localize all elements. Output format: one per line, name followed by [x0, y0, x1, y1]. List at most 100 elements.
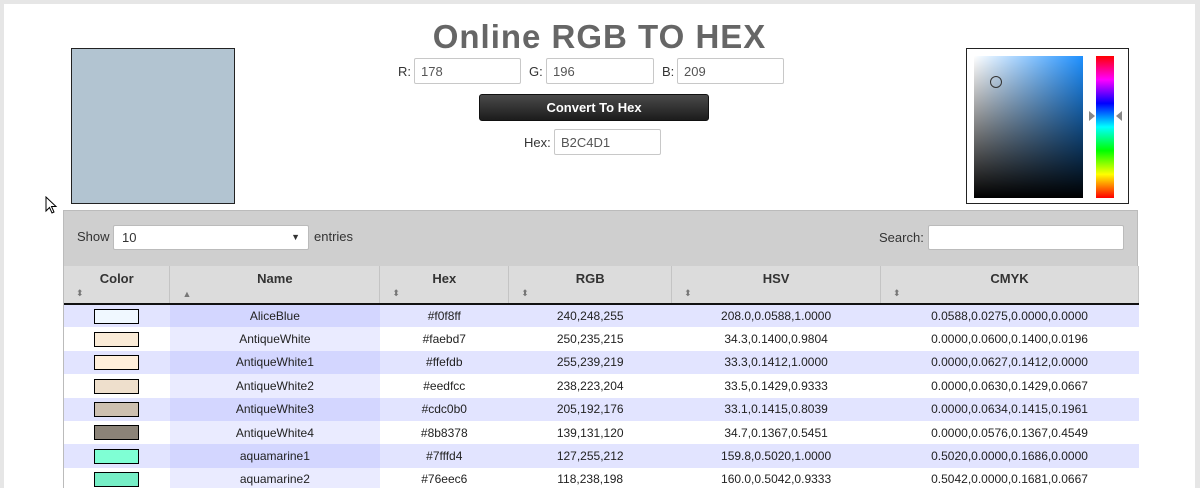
hex-cell: #faebd7 [379, 327, 509, 351]
table-row[interactable]: AntiqueWhite3 #cdc0b0 205,192,176 33.1,0.14… [64, 397, 1139, 421]
cmyk-cell: 0.5042,0.0000,0.1681,0.0667 [880, 467, 1139, 488]
hex-cell: #f0f8ff [379, 304, 509, 328]
name-cell: AntiqueWhite4 [169, 420, 380, 445]
rgb-cell: 238,223,204 [508, 374, 672, 398]
saturation-field[interactable] [974, 56, 1083, 198]
column-header-hsv[interactable]: HSV ⬍ [671, 266, 882, 305]
sort-asc-icon: ▲ [182, 289, 192, 299]
name-cell: aquamarine2 [169, 467, 380, 488]
name-cell: AliceBlue [169, 304, 380, 328]
hsv-cell: 34.3,0.1400,0.9804 [671, 327, 881, 351]
color-swatch [94, 448, 140, 464]
search-input[interactable] [928, 225, 1124, 250]
rgb-cell: 139,131,120 [508, 420, 672, 445]
entries-value: 10 [122, 230, 137, 245]
hue-arrow-left-icon [1089, 111, 1095, 121]
table-row[interactable]: aquamarine2 #76eec6 118,238,198 160.0,0.504… [64, 467, 1139, 488]
column-label: Color [99, 271, 134, 286]
color-swatch [94, 331, 140, 347]
column-label: RGB [575, 271, 605, 286]
name-cell: AntiqueWhite [169, 327, 380, 351]
hue-slider[interactable] [1096, 56, 1114, 198]
hsv-cell: 33.3,0.1412,1.0000 [671, 350, 881, 375]
hex-input[interactable] [554, 129, 661, 155]
color-cell [64, 444, 170, 468]
page: Online RGB TO HEX R: G: B: Convert To He… [4, 4, 1195, 488]
cmyk-cell: 0.0000,0.0627,0.1412,0.0000 [880, 350, 1139, 375]
name-cell: AntiqueWhite2 [169, 374, 380, 398]
g-label: G: [529, 64, 543, 79]
column-label: Name [257, 271, 293, 286]
show-label: Show [77, 229, 110, 244]
color-cell [64, 467, 170, 488]
color-cell [64, 327, 170, 351]
rgb-cell: 250,235,215 [508, 327, 672, 351]
hex-cell: #7fffd4 [379, 444, 509, 468]
hsv-cell: 160.0,0.5042,0.9333 [671, 467, 881, 488]
cmyk-cell: 0.0000,0.0630,0.1429,0.0667 [880, 374, 1139, 398]
color-cell [64, 420, 170, 445]
hue-arrow-right-icon [1116, 111, 1122, 121]
cmyk-cell: 0.0000,0.0634,0.1415,0.1961 [880, 397, 1139, 421]
hex-label: Hex: [524, 135, 551, 150]
g-input[interactable] [546, 58, 654, 84]
mouse-pointer-icon [45, 196, 58, 214]
table-row[interactable]: AntiqueWhite4 #8b8378 139,131,120 34.7,0.13… [64, 420, 1139, 445]
hsv-cell: 34.7,0.1367,0.5451 [671, 420, 881, 445]
color-swatch [94, 472, 140, 488]
cmyk-cell: 0.0588,0.0275,0.0000,0.0000 [880, 304, 1139, 328]
color-swatch [94, 425, 140, 441]
table-row[interactable]: AliceBlue #f0f8ff 240,248,255 208.0,0.0588,… [64, 304, 1139, 328]
color-cell [64, 397, 170, 421]
column-header-color[interactable]: Color ⬍ [64, 266, 171, 305]
hsv-cell: 208.0,0.0588,1.0000 [671, 304, 881, 328]
table-row[interactable]: AntiqueWhite #faebd7 250,235,215 34.3,0.140… [64, 327, 1139, 351]
color-preview [71, 48, 235, 204]
name-cell: AntiqueWhite1 [169, 350, 380, 375]
table-header-row: Color ⬍ Name ▲ Hex ⬍ RGB ⬍ HSV ⬍ CMYK ⬍ [64, 266, 1139, 305]
cmyk-cell: 0.0000,0.0576,0.1367,0.4549 [880, 420, 1139, 445]
color-swatch [94, 378, 140, 394]
sort-icon: ⬍ [392, 288, 400, 298]
color-table: Color ⬍ Name ▲ Hex ⬍ RGB ⬍ HSV ⬍ CMYK ⬍ AliceB… [64, 266, 1139, 488]
entries-label: entries [314, 229, 354, 244]
b-input[interactable] [677, 58, 784, 84]
name-cell: AntiqueWhite3 [169, 397, 380, 421]
hex-cell: #cdc0b0 [379, 397, 509, 421]
r-label: R: [398, 64, 411, 79]
cmyk-cell: 0.5020,0.0000,0.1686,0.0000 [880, 444, 1139, 468]
column-header-hex[interactable]: Hex ⬍ [379, 266, 510, 305]
color-table-panel: Show 10 ▼ entries Search: Color ⬍ Name ▲ H… [63, 210, 1139, 488]
table-row[interactable]: AntiqueWhite2 #eedfcc 238,223,204 33.5,0.14… [64, 374, 1139, 398]
name-cell: aquamarine1 [169, 444, 380, 468]
b-label: B: [662, 64, 675, 79]
hex-cell: #ffefdb [379, 350, 509, 375]
column-header-rgb[interactable]: RGB ⬍ [508, 266, 673, 305]
table-row[interactable]: aquamarine1 #7fffd4 127,255,212 159.8,0.502… [64, 444, 1139, 468]
hsv-cell: 159.8,0.5020,1.0000 [671, 444, 881, 468]
rgb-cell: 118,238,198 [508, 467, 672, 488]
column-header-cmyk[interactable]: CMYK ⬍ [880, 266, 1139, 305]
entries-select[interactable]: 10 ▼ [113, 225, 309, 250]
column-header-name[interactable]: Name ▲ [169, 266, 381, 305]
table-row[interactable]: AntiqueWhite1 #ffefdb 255,239,219 33.3,0.14… [64, 350, 1139, 375]
column-label: HSV [762, 271, 790, 286]
color-cell [64, 374, 170, 398]
hsv-cell: 33.5,0.1429,0.9333 [671, 374, 881, 398]
picker-cursor[interactable] [990, 76, 1002, 88]
color-swatch [94, 308, 140, 324]
sort-icon: ⬍ [76, 288, 84, 298]
color-swatch [94, 355, 140, 371]
cmyk-cell: 0.0000,0.0600,0.1400,0.0196 [880, 327, 1139, 351]
color-swatch [94, 401, 140, 417]
hsv-cell: 33.1,0.1415,0.8039 [671, 397, 881, 421]
hex-cell: #76eec6 [379, 467, 509, 488]
r-input[interactable] [414, 58, 521, 84]
color-picker[interactable] [966, 48, 1129, 204]
rgb-cell: 255,239,219 [508, 350, 672, 375]
convert-button[interactable]: Convert To Hex [479, 94, 709, 121]
hex-cell: #eedfcc [379, 374, 509, 398]
column-label: Hex [432, 271, 457, 286]
sort-icon: ⬍ [684, 288, 692, 298]
chevron-down-icon: ▼ [291, 232, 300, 242]
